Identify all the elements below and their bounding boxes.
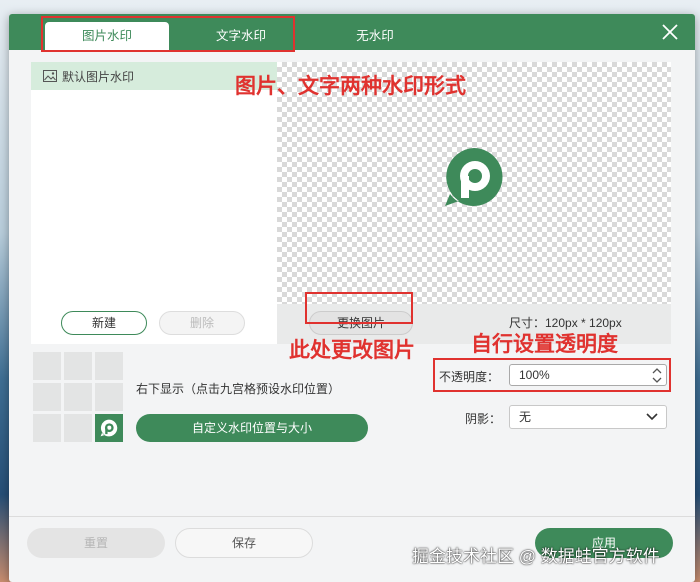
shadow-select[interactable]: 无 (509, 405, 667, 429)
shadow-value: 无 (519, 410, 532, 424)
grid-cell-middle-left[interactable] (33, 383, 61, 411)
reset-button[interactable]: 重置 (27, 528, 165, 558)
tab-no-watermark[interactable]: 无水印 (313, 22, 437, 50)
annotation-change-here: 此处更改图片 (289, 339, 415, 362)
custom-position-button[interactable]: 自定义水印位置与大小 (136, 414, 368, 442)
grid-cell-bottom-center[interactable] (64, 414, 92, 442)
new-button[interactable]: 新建 (61, 311, 147, 335)
chevron-down-icon (646, 413, 658, 421)
credit-watermark: 掘金技术社区 @ 数据蛙官方软件 (412, 547, 660, 566)
footer-divider (9, 516, 695, 517)
grid-cell-bottom-right[interactable] (95, 414, 123, 442)
watermark-list: 默认图片水印 (31, 62, 277, 344)
position-description: 右下显示（点击九宫格预设水印位置） (136, 382, 341, 396)
shadow-label: 阴影： (465, 412, 502, 426)
watermark-dialog: 图片水印 文字水印 无水印 默认图片水印 新建 删除 更换图片 尺寸：120px… (9, 14, 695, 582)
delete-button[interactable]: 删除 (159, 311, 245, 335)
annotation-box-tabs (41, 16, 295, 52)
grid-cell-top-right[interactable] (95, 352, 123, 380)
grid-cell-top-center[interactable] (64, 352, 92, 380)
app-logo-icon (100, 419, 118, 437)
annotation-forms: 图片、文字两种水印形式 (235, 75, 466, 98)
list-item-label: 默认图片水印 (62, 69, 135, 84)
annotation-opacity-note: 自行设置透明度 (471, 333, 618, 356)
grid-cell-center[interactable] (64, 383, 92, 411)
close-icon[interactable] (661, 23, 679, 41)
image-icon (43, 70, 57, 82)
save-button[interactable]: 保存 (175, 528, 313, 558)
position-grid (33, 352, 123, 442)
annotation-box-opacity (433, 358, 671, 392)
grid-cell-middle-right[interactable] (95, 383, 123, 411)
app-logo-icon (445, 148, 503, 206)
grid-cell-top-left[interactable] (33, 352, 61, 380)
grid-cell-bottom-left[interactable] (33, 414, 61, 442)
annotation-box-change-image (305, 292, 413, 324)
